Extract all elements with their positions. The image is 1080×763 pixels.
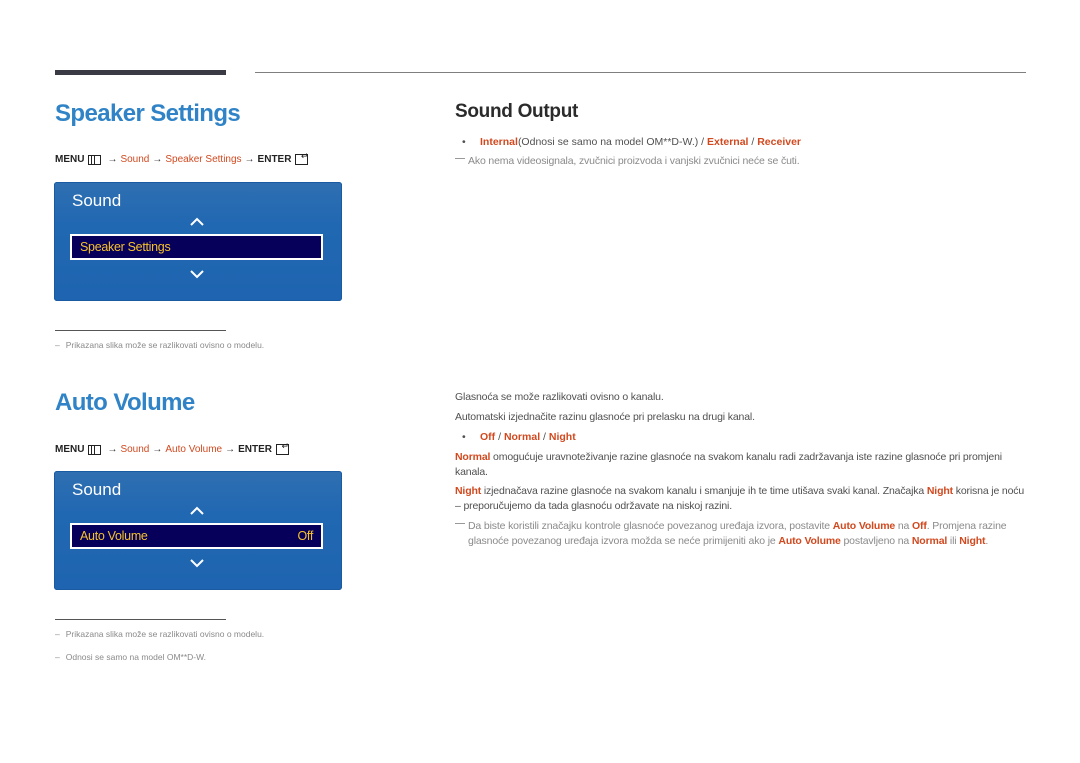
chevron-down-icon[interactable]: [190, 558, 204, 572]
osd-item-label: Auto Volume: [80, 529, 148, 543]
option-normal: Normal: [503, 431, 541, 443]
option-external: External: [707, 136, 749, 148]
night-description: Night izjednačava razine glasnoće na sva…: [455, 485, 1025, 512]
footnote-rule: [55, 330, 226, 331]
path-sound: Sound: [120, 444, 150, 455]
osd-title: Sound: [72, 480, 122, 499]
auto-volume-desc-2: Automatski izjednačite razinu glasnoće p…: [455, 411, 755, 423]
enter-label: ENTER: [238, 444, 272, 455]
sound-output-options: • Internal(Odnosi se samo na model OM**D…: [455, 136, 801, 148]
osd-item-value: Off: [297, 529, 313, 543]
normal-description: Normal omogućuje uravnoteživanje razine …: [455, 451, 1002, 478]
path-auto-volume: Auto Volume: [165, 444, 223, 455]
note-icon: [455, 157, 465, 159]
auto-volume-menu-path: MENU → Sound → Auto Volume → ENTER: [55, 441, 289, 455]
sound-output-title: Sound Output: [455, 101, 579, 122]
arrow-icon: →: [107, 154, 118, 165]
osd-title: Sound: [72, 191, 122, 210]
osd-item-label: Speaker Settings: [80, 240, 171, 254]
speaker-settings-title: Speaker Settings: [55, 100, 241, 127]
sound-output-note: Ako nema videosignala, zvučnici proizvod…: [455, 154, 800, 169]
enter-icon: [276, 441, 289, 455]
footnote: – Prikazana slika može se razlikovati ovi…: [55, 340, 265, 350]
chevron-up-icon[interactable]: [190, 506, 204, 520]
speaker-settings-menu-path: MENU → Sound → Speaker Settings → ENTER: [55, 151, 309, 165]
section-rule-thick: [55, 70, 226, 75]
section-rule-thin: [255, 72, 1026, 73]
osd-sound-menu: Sound Auto Volume Off: [54, 471, 342, 590]
bullet-icon: •: [462, 431, 466, 443]
arrow-icon: →: [152, 154, 163, 165]
path-sound: Sound: [120, 154, 150, 165]
enter-icon: [295, 151, 309, 165]
auto-volume-title: Auto Volume: [55, 389, 195, 416]
menu-label: MENU: [55, 444, 85, 455]
arrow-icon: →: [152, 444, 163, 455]
bullet-icon: •: [462, 136, 466, 148]
footnote: – Prikazana slika može se razlikovati ovi…: [55, 629, 265, 639]
option-internal: Internal: [480, 136, 518, 148]
auto-volume-desc-1: Glasnoća se može razlikovati ovisno o ka…: [455, 391, 664, 403]
option-off: Off: [480, 431, 496, 443]
arrow-icon: →: [225, 444, 236, 455]
chevron-up-icon[interactable]: [190, 217, 204, 231]
note-icon: [455, 522, 465, 524]
arrow-icon: →: [244, 154, 255, 165]
osd-selected-item[interactable]: Auto Volume Off: [70, 523, 323, 549]
osd-selected-item[interactable]: Speaker Settings: [70, 234, 323, 260]
footnote: – Odnosi se samo na model OM**D-W.: [55, 652, 207, 662]
internal-note: (Odnosi se samo na model OM**D-W.): [517, 136, 699, 148]
enter-label: ENTER: [257, 154, 292, 165]
menu-label: MENU: [55, 154, 85, 165]
osd-sound-menu: Sound Speaker Settings: [54, 182, 342, 301]
path-speaker-settings: Speaker Settings: [165, 154, 242, 165]
arrow-icon: →: [107, 444, 118, 455]
option-night: Night: [548, 431, 576, 443]
menu-icon: [88, 444, 102, 455]
auto-volume-note: Da biste koristili značajku kontrole gla…: [455, 519, 1028, 549]
menu-icon: [88, 154, 102, 165]
option-receiver: Receiver: [757, 136, 802, 148]
footnote-rule: [55, 619, 226, 620]
auto-volume-options: • Off / Normal / Night: [455, 431, 576, 443]
chevron-down-icon[interactable]: [190, 269, 204, 283]
